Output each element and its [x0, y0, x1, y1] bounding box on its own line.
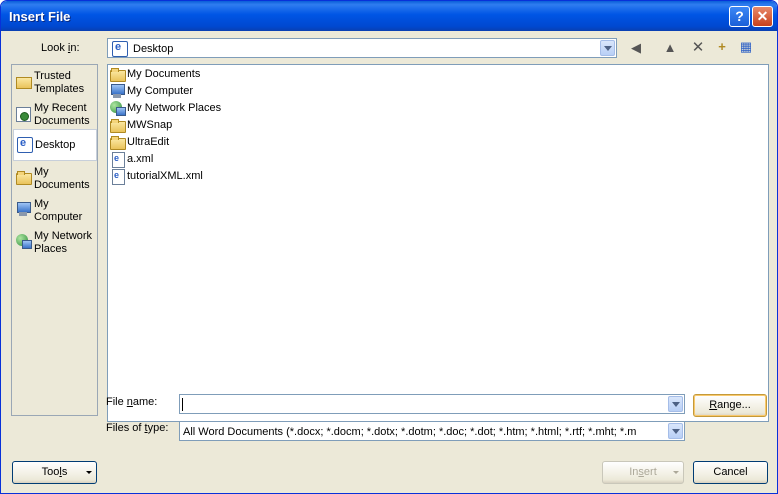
file-name-label: File name: [106, 396, 158, 408]
file-name-input[interactable] [179, 394, 685, 414]
place-my-documents[interactable]: My Documents [13, 163, 97, 195]
place-label: My Computer [34, 198, 83, 223]
templates-icon [16, 74, 32, 89]
title-bar: Insert File ? ✕ [1, 1, 777, 31]
dialog-title: Insert File [9, 9, 71, 24]
desktop-icon [112, 41, 128, 57]
chevron-down-icon [673, 471, 679, 474]
dialog-body: Look in: Desktop ◀ ▲ ✕ + ▦ TrustedTempla… [1, 31, 777, 493]
network-icon [16, 234, 32, 249]
file-name: My Computer [127, 85, 194, 97]
look-in-label: Look in: [41, 42, 80, 54]
file-name: UltraEdit [127, 136, 170, 148]
up-one-level-icon[interactable]: ▲ [663, 40, 677, 56]
file-list[interactable]: My Documents My Computer My Network Plac… [107, 64, 769, 422]
insert-button[interactable]: Insert [602, 461, 684, 484]
tools-button[interactable]: Tools [12, 461, 97, 484]
network-icon [110, 101, 126, 116]
computer-icon [110, 84, 125, 98]
files-of-type-label: Files of type: [106, 422, 169, 434]
chevron-down-icon [86, 471, 92, 474]
files-of-type-dropdown[interactable]: All Word Documents (*.docx; *.docm; *.do… [179, 421, 685, 441]
place-my-computer[interactable]: My Computer [13, 195, 97, 227]
close-button[interactable]: ✕ [752, 6, 773, 27]
place-desktop[interactable]: Desktop [13, 129, 97, 161]
place-my-network-places[interactable]: My Network Places [13, 227, 97, 259]
place-label: Trusted Templates [34, 70, 85, 95]
place-label: My Recent Documents [34, 102, 90, 127]
files-of-type-dropdown-arrow[interactable] [668, 423, 683, 439]
views-icon[interactable]: ▦ [738, 39, 754, 55]
xml-file-icon [110, 169, 125, 185]
computer-icon [16, 202, 31, 217]
back-icon[interactable]: ◀ [629, 40, 643, 56]
place-label: My Network Places [34, 230, 93, 255]
desktop-icon [17, 137, 33, 153]
file-name: tutorialXML.xml [127, 170, 203, 182]
file-name: My Documents [127, 68, 201, 80]
places-bar: TrustedTemplates My RecentDocuments Desk… [11, 64, 98, 416]
delete-icon[interactable]: ✕ [691, 38, 705, 56]
help-button[interactable]: ? [729, 6, 750, 27]
folder-icon [110, 67, 126, 82]
look-in-dropdown-arrow[interactable] [600, 40, 615, 56]
folder-icon [110, 118, 126, 133]
xml-file-icon [110, 152, 125, 168]
files-of-type-value: All Word Documents (*.docx; *.docm; *.do… [183, 426, 637, 438]
recent-documents-icon [16, 106, 31, 122]
place-label: Desktop [35, 139, 76, 151]
place-my-recent-documents[interactable]: My Recent Documents [13, 99, 97, 131]
file-name: MWSnap [127, 119, 173, 131]
insert-file-dialog: Insert File ? ✕ Look in: Desktop ◀ ▲ ✕ +… [0, 0, 778, 494]
file-name: My Network Places [127, 102, 222, 114]
look-in-value: Desktop [133, 43, 174, 55]
text-caret [182, 398, 183, 411]
look-in-dropdown[interactable]: Desktop [107, 38, 617, 58]
cancel-button[interactable]: Cancel [693, 461, 768, 484]
folder-icon [16, 170, 32, 185]
new-folder-icon[interactable]: + [714, 39, 730, 55]
place-trusted-templates[interactable]: Trusted Templates [13, 67, 97, 99]
folder-icon [110, 135, 126, 150]
range-button[interactable]: Range... [693, 394, 767, 417]
file-name-dropdown-arrow[interactable] [668, 396, 683, 412]
file-name: a.xml [127, 153, 154, 165]
place-label: My Documents [34, 166, 90, 191]
